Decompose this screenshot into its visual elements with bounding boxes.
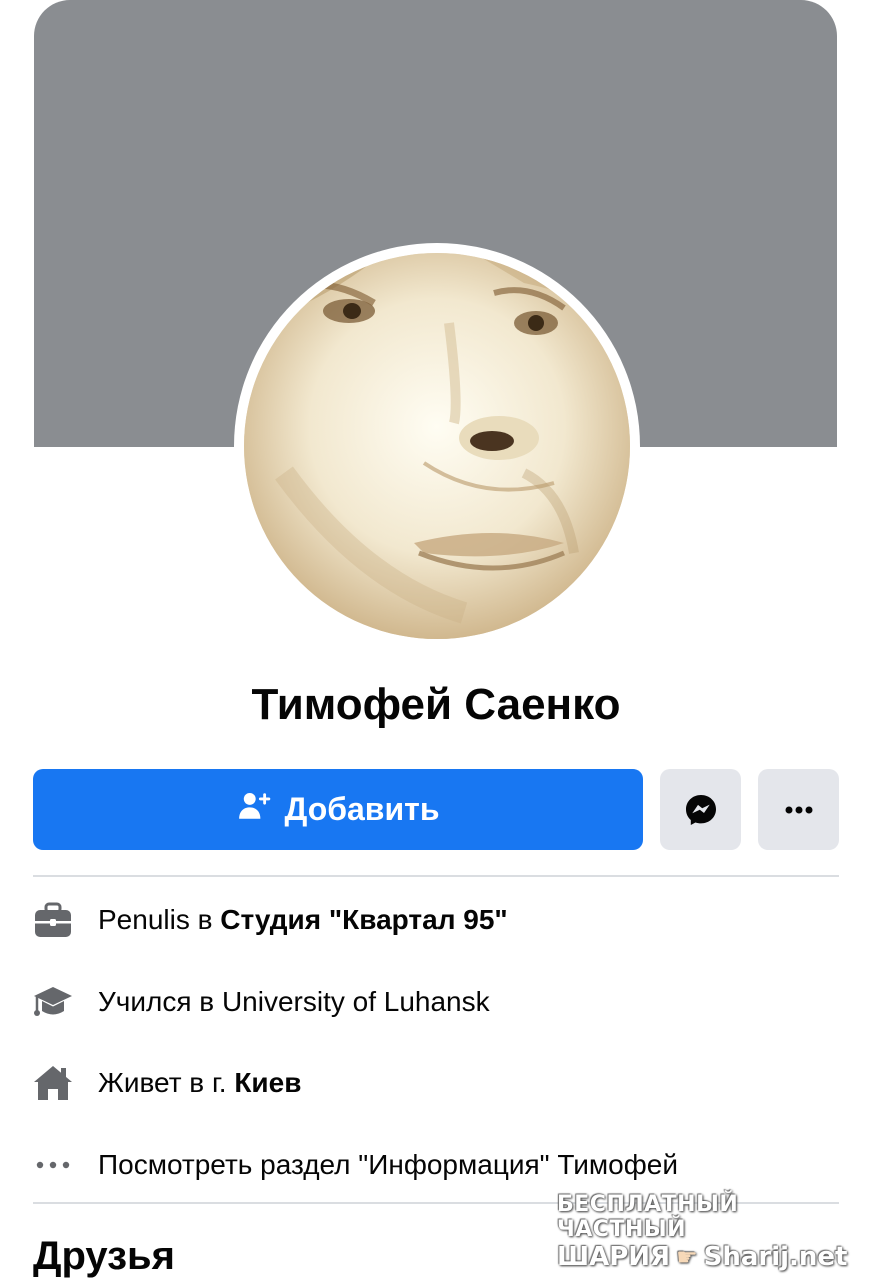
info-lives-city[interactable]: Киев	[234, 1067, 301, 1098]
add-friend-label: Добавить	[284, 791, 440, 827]
briefcase-icon	[33, 900, 73, 940]
messenger-icon	[685, 794, 716, 825]
info-lives[interactable]: Живет в г. Киев	[33, 1053, 839, 1113]
info-lives-text: Живет в г. Киев	[98, 1067, 302, 1098]
info-see-more[interactable]: Посмотреть раздел "Информация" Тимофей	[33, 1135, 839, 1195]
watermark-line2-left: ШАРИЯ	[557, 1241, 671, 1272]
add-friend-button[interactable]: Добавить	[33, 769, 643, 850]
add-friend-icon	[237, 789, 271, 831]
more-options-button[interactable]	[758, 769, 839, 850]
profile-avatar[interactable]	[244, 253, 630, 639]
friends-section-title: Друзья	[33, 1234, 175, 1278]
home-icon	[33, 1063, 73, 1103]
info-see-more-text: Посмотреть раздел "Информация" Тимофей	[98, 1149, 678, 1180]
watermark: БЕСПЛАТНЫЙ ЧАСТНЫЙ ШАРИЯ ☛ Sharij.net	[557, 1192, 857, 1272]
messenger-button[interactable]	[660, 769, 741, 850]
pointing-hand-icon: ☛	[676, 1242, 698, 1271]
info-work-place[interactable]: Студия "Квартал 95"	[220, 904, 507, 935]
watermark-line1: БЕСПЛАТНЫЙ ЧАСТНЫЙ	[557, 1192, 739, 1243]
watermark-line2-right: Sharij.net	[703, 1241, 848, 1272]
info-work-text: Penulis в Студия "Квартал 95"	[98, 904, 508, 935]
watermark-line2: ШАРИЯ ☛ Sharij.net	[557, 1241, 857, 1273]
graduation-cap-icon	[33, 982, 73, 1022]
avatar-face-image	[244, 253, 630, 639]
ellipsis-icon	[33, 1145, 73, 1185]
profile-name: Тимофей Саенко	[251, 680, 621, 729]
info-education[interactable]: Учился в University of Luhansk	[33, 972, 839, 1032]
info-work[interactable]: Penulis в Студия "Квартал 95"	[33, 890, 839, 950]
more-dots-icon	[785, 806, 812, 813]
info-education-text: Учился в University of Luhansk	[98, 986, 490, 1017]
divider-top	[33, 875, 839, 877]
